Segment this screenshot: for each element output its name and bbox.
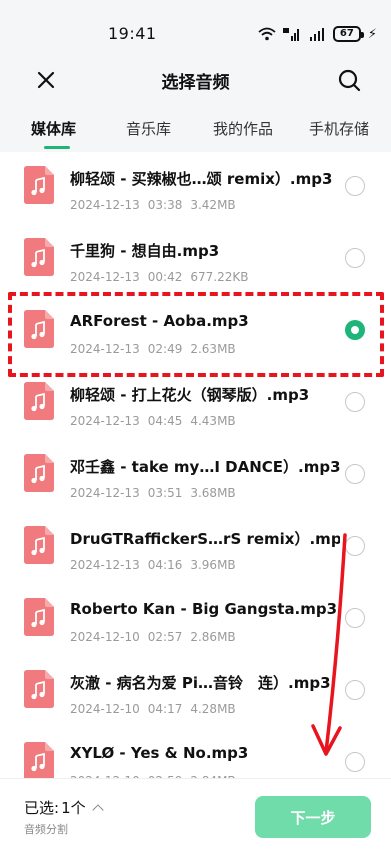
file-date: 2024-12-13 — [70, 414, 140, 428]
tab-phone-storage[interactable]: 手机存储 — [309, 118, 369, 139]
audio-list-item[interactable]: Roberto Kan - Big Gangsta.mp3 2024-12-10 0… — [0, 584, 391, 656]
audio-list-item[interactable]: DruGTRaffickerS…rS remix）.mp3 2024-12-13 0… — [0, 512, 391, 584]
select-radio[interactable] — [345, 680, 365, 700]
file-duration: 03:51 — [147, 486, 183, 500]
chevron-up-icon — [91, 804, 104, 816]
music-file-icon — [24, 310, 54, 348]
file-name: DruGTRaffickerS…rS remix）.mp3 — [70, 530, 340, 548]
status-time: 19:41 — [108, 24, 157, 43]
select-radio[interactable] — [345, 536, 365, 556]
file-name: ARForest - Aoba.mp3 — [70, 312, 249, 330]
file-name: 灰澈 - 病名为爱 Pi…音铃 连）.mp3 — [70, 674, 331, 692]
file-meta: 2024-12-13 00:42 677.22KB — [70, 270, 256, 284]
file-meta: 2024-12-10 02:57 2.86MB — [70, 630, 244, 644]
select-radio[interactable] — [345, 752, 365, 772]
status-bar: 19:41 67 ⚡ — [0, 0, 391, 56]
file-duration: 02:57 — [147, 630, 183, 644]
audio-list-item[interactable]: 柳轻颂 - 买辣椒也…颂 remix）.mp3 2024-12-13 03:38 3.… — [0, 152, 391, 224]
select-radio[interactable] — [345, 464, 365, 484]
file-duration: 04:45 — [147, 414, 183, 428]
file-date: 2024-12-10 — [70, 702, 140, 716]
file-duration: 02:49 — [147, 342, 183, 356]
signal-5g-icon — [282, 28, 299, 41]
music-file-icon — [24, 166, 54, 204]
file-size: 3.68MB — [190, 486, 236, 500]
file-size: 677.22KB — [190, 270, 249, 284]
file-size: 4.43MB — [190, 414, 236, 428]
file-meta: 2024-12-13 03:38 3.42MB — [70, 198, 244, 212]
audio-list-item[interactable]: XYLØ - Yes & No.mp32024-12-1002:592.84MB — [0, 728, 391, 778]
file-name: 柳轻颂 - 买辣椒也…颂 remix）.mp3 — [70, 170, 333, 188]
tab-active-indicator — [44, 146, 70, 149]
file-meta: 2024-12-13 03:51 3.68MB — [70, 486, 244, 500]
file-meta: 2024-12-10 04:17 4.28MB — [70, 702, 244, 716]
app-screen: 19:41 67 ⚡ 选择音频 媒体库 音乐库 我的作品 手机存储 柳轻颂 - … — [0, 0, 391, 858]
tab-bar: 媒体库 音乐库 我的作品 手机存储 — [0, 104, 391, 152]
music-file-icon — [24, 670, 54, 708]
music-file-icon — [24, 238, 54, 276]
audio-list-item[interactable]: 邓壬鑫 - take my…I DANCE）.mp3 2024-12-13 03:5… — [0, 440, 391, 512]
file-duration: 03:38 — [147, 198, 183, 212]
file-date: 2024-12-13 — [70, 270, 140, 284]
file-duration: 00:42 — [147, 270, 183, 284]
audio-list-item[interactable]: ARForest - Aoba.mp3 2024-12-13 02:49 2.63MB — [0, 296, 391, 368]
file-meta: 2024-12-13 04:45 4.43MB — [70, 414, 244, 428]
file-date: 2024-12-13 — [70, 558, 140, 572]
selected-count: 1个 — [61, 799, 86, 817]
select-radio[interactable] — [345, 608, 365, 628]
file-meta: 2024-12-13 04:16 3.96MB — [70, 558, 244, 572]
file-size: 3.42MB — [190, 198, 236, 212]
select-radio[interactable] — [345, 176, 365, 196]
header: 选择音频 — [0, 56, 391, 104]
audio-file-list[interactable]: 柳轻颂 - 买辣椒也…颂 remix）.mp3 2024-12-13 03:38 3.… — [0, 152, 391, 778]
status-icons: 67 ⚡ — [258, 25, 377, 43]
file-date: 2024-12-13 — [70, 198, 140, 212]
wifi-icon — [258, 27, 276, 41]
mode-label: 音频分割 — [24, 823, 68, 836]
file-date: 2024-12-13 — [70, 342, 140, 356]
file-duration: 04:17 — [147, 702, 183, 716]
tab-music-library[interactable]: 音乐库 — [126, 118, 171, 139]
file-date: 2024-12-10 — [70, 630, 140, 644]
music-file-icon — [24, 598, 54, 636]
select-radio[interactable] — [345, 392, 365, 412]
file-name: 千里狗 - 想自由.mp3 — [70, 242, 220, 260]
file-size: 3.96MB — [190, 558, 236, 572]
music-file-icon — [24, 382, 54, 420]
selected-label: 已选: — [24, 799, 60, 817]
music-file-icon — [24, 742, 54, 778]
charging-icon: ⚡ — [367, 26, 377, 42]
battery-level: 67 — [339, 28, 354, 39]
battery-icon: 67 — [332, 26, 364, 42]
next-step-button[interactable]: 下一步 — [255, 796, 371, 838]
music-file-icon — [24, 454, 54, 492]
select-radio[interactable] — [345, 320, 365, 340]
tab-my-works[interactable]: 我的作品 — [213, 118, 273, 139]
file-size: 2.86MB — [190, 630, 236, 644]
file-date: 2024-12-13 — [70, 486, 140, 500]
audio-list-item[interactable]: 千里狗 - 想自由.mp3 2024-12-13 00:42 677.22KB — [0, 224, 391, 296]
file-name: 邓壬鑫 - take my…I DANCE）.mp3 — [70, 458, 340, 476]
search-button[interactable] — [333, 64, 365, 96]
file-duration: 04:16 — [147, 558, 183, 572]
file-name: XYLØ - Yes & No.mp3 — [70, 744, 249, 762]
file-name: Roberto Kan - Big Gangsta.mp3 — [70, 600, 338, 618]
file-size: 2.63MB — [190, 342, 236, 356]
bottom-bar: 已选: 1个 音频分割 下一步 — [0, 778, 391, 858]
select-radio[interactable] — [345, 248, 365, 268]
tab-media-library[interactable]: 媒体库 — [31, 118, 76, 139]
audio-list-item[interactable]: 柳轻颂 - 打上花火（钢琴版）.mp3 2024-12-13 04:45 4.43MB — [0, 368, 391, 440]
selected-summary[interactable]: 已选: 1个 — [24, 797, 104, 818]
music-file-icon — [24, 526, 54, 564]
search-icon — [338, 69, 361, 92]
file-size: 4.28MB — [190, 702, 236, 716]
file-meta: 2024-12-13 02:49 2.63MB — [70, 342, 244, 356]
file-name: 柳轻颂 - 打上花火（钢琴版）.mp3 — [70, 386, 310, 404]
signal-icon — [309, 28, 324, 41]
audio-list-item[interactable]: 灰澈 - 病名为爱 Pi…音铃 连）.mp3 2024-12-10 04:17 4.2… — [0, 656, 391, 728]
